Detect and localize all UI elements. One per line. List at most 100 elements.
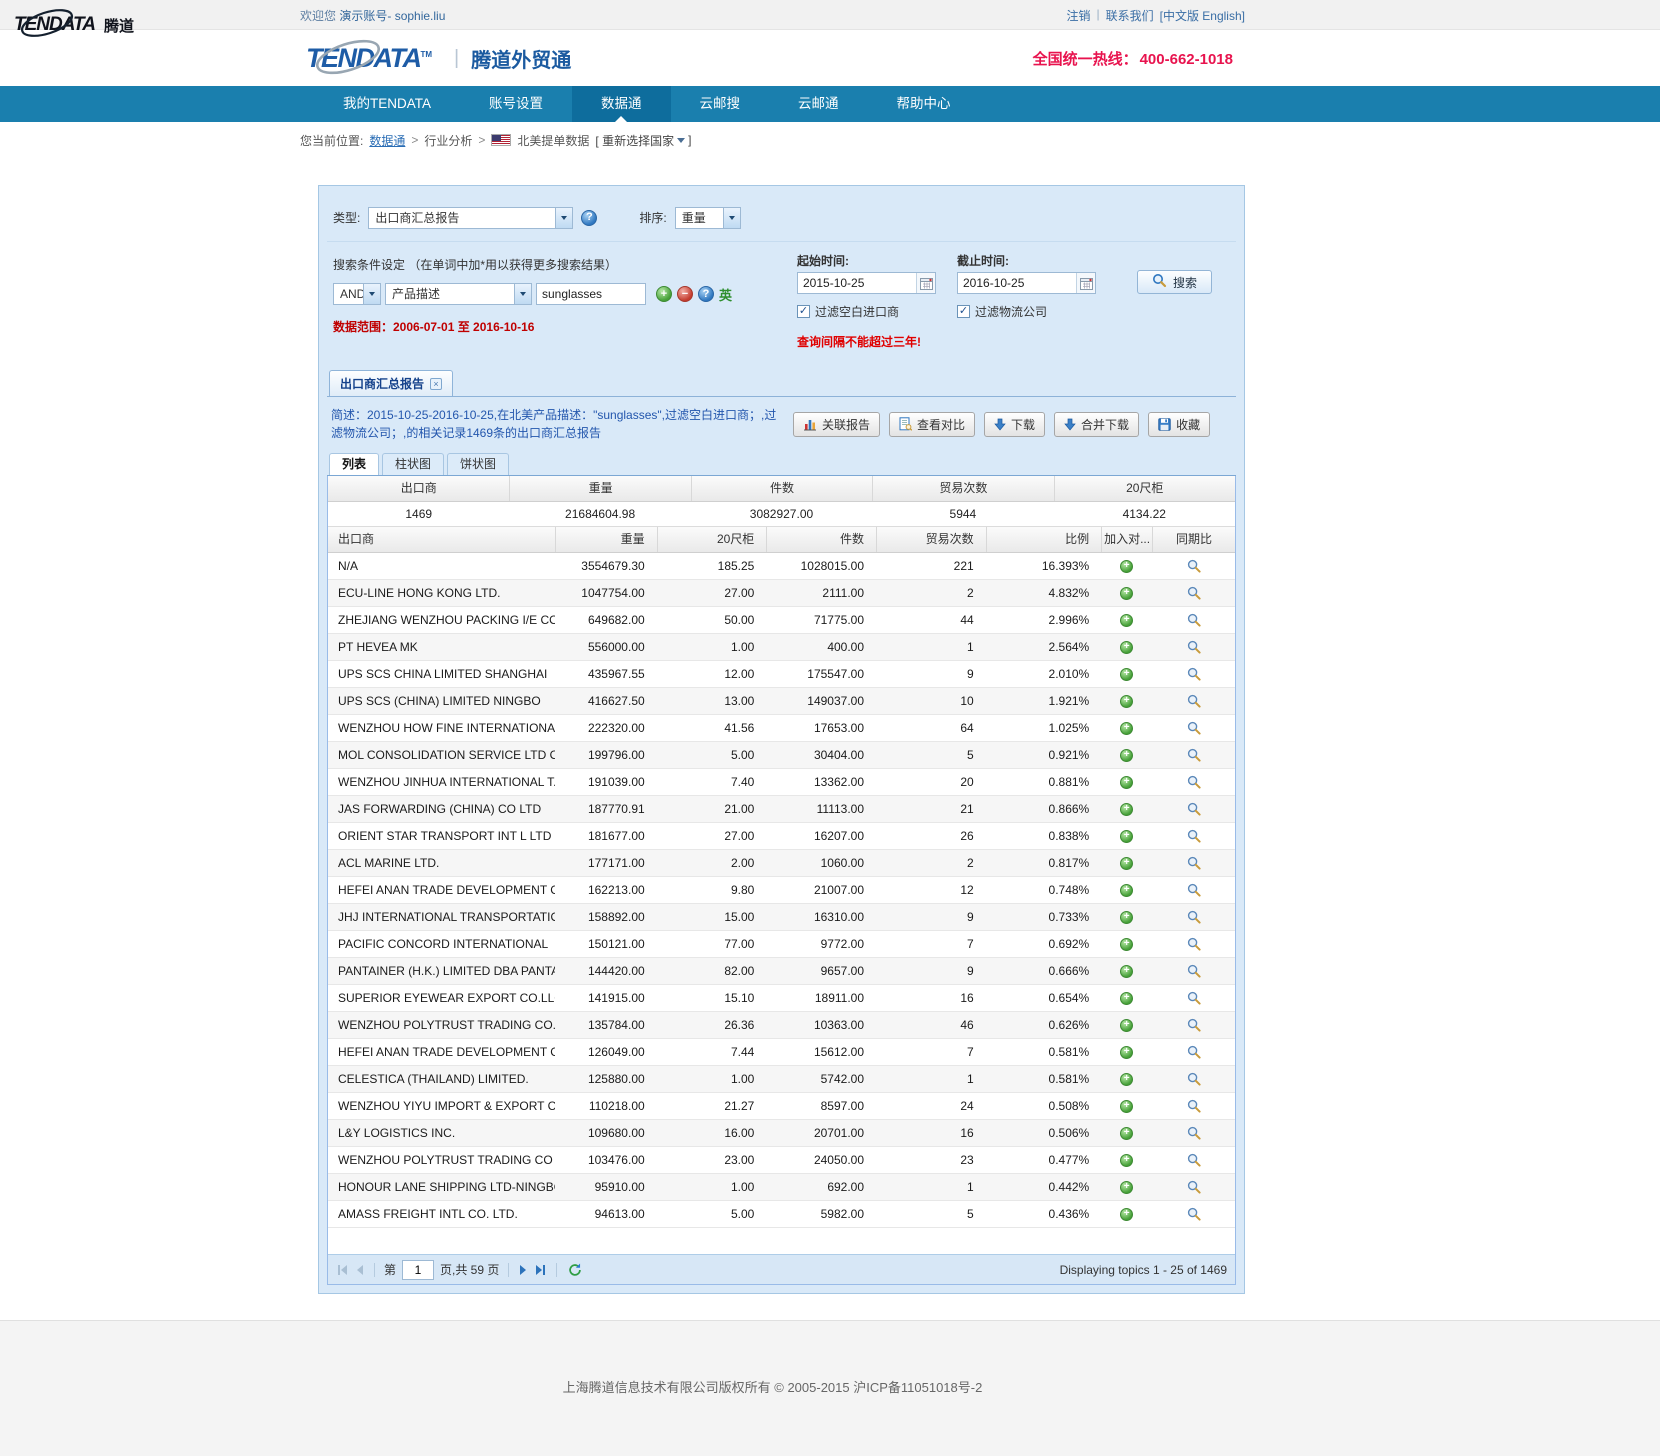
col-header-weight[interactable]: 重量	[555, 527, 657, 552]
add-to-compare-icon[interactable]	[1120, 992, 1133, 1005]
breadcrumb-link-data-hub[interactable]: 数据通	[369, 132, 405, 149]
filter-blank-importer-checkbox[interactable]: ✓	[797, 305, 810, 318]
exporter-name-link[interactable]: ACL MARINE LTD.	[328, 850, 555, 876]
tab-list-view[interactable]: 列表	[329, 453, 379, 475]
help-icon[interactable]: ?	[698, 286, 714, 302]
yoy-magnifier-icon[interactable]	[1187, 829, 1201, 843]
last-page-button[interactable]	[534, 1263, 547, 1277]
yoy-magnifier-icon[interactable]	[1187, 640, 1201, 654]
yoy-magnifier-icon[interactable]	[1187, 937, 1201, 951]
first-page-button[interactable]	[336, 1263, 349, 1277]
english-toggle[interactable]: 英	[719, 285, 732, 304]
add-to-compare-icon[interactable]	[1120, 614, 1133, 627]
exporter-name-link[interactable]: MOL CONSOLIDATION SERVICE LTD O/B	[328, 742, 555, 768]
add-to-compare-icon[interactable]	[1120, 965, 1133, 978]
exporter-name-link[interactable]: WENZHOU HOW FINE INTERNATIONAL...	[328, 715, 555, 741]
add-to-compare-icon[interactable]	[1120, 749, 1133, 762]
yoy-magnifier-icon[interactable]	[1187, 1072, 1201, 1086]
yoy-magnifier-icon[interactable]	[1187, 694, 1201, 708]
yoy-magnifier-icon[interactable]	[1187, 1126, 1201, 1140]
add-to-compare-icon[interactable]	[1120, 587, 1133, 600]
filter-logistics-checkbox[interactable]: ✓	[957, 305, 970, 318]
yoy-magnifier-icon[interactable]	[1187, 991, 1201, 1005]
yoy-magnifier-icon[interactable]	[1187, 748, 1201, 762]
exporter-name-link[interactable]: WENZHOU YIYU IMPORT & EXPORT C...	[328, 1093, 555, 1119]
related-report-button[interactable]: 关联报告	[793, 412, 880, 437]
nav-item-cloud-mail[interactable]: 云邮通	[769, 86, 868, 122]
col-header-exporter[interactable]: 出口商	[328, 527, 555, 552]
add-to-compare-icon[interactable]	[1120, 803, 1133, 816]
logout-link[interactable]: 注销	[1066, 7, 1090, 24]
yoy-magnifier-icon[interactable]	[1187, 1153, 1201, 1167]
yoy-magnifier-icon[interactable]	[1187, 964, 1201, 978]
col-header-trades[interactable]: 贸易次数	[876, 527, 986, 552]
yoy-magnifier-icon[interactable]	[1187, 667, 1201, 681]
exporter-name-link[interactable]: HEFEI ANAN TRADE DEVELOPMENT CO...	[328, 877, 555, 903]
add-to-compare-icon[interactable]	[1120, 1019, 1133, 1032]
favorite-button[interactable]: 收藏	[1148, 412, 1210, 437]
nav-item-my-tendata[interactable]: 我的TENDATA	[314, 86, 460, 122]
add-to-compare-icon[interactable]	[1120, 695, 1133, 708]
exporter-name-link[interactable]: ORIENT STAR TRANSPORT INT L LTD RM	[328, 823, 555, 849]
add-condition-icon[interactable]: +	[656, 286, 672, 302]
add-to-compare-icon[interactable]	[1120, 1100, 1133, 1113]
breadcrumb-link-industry-analysis[interactable]: 行业分析	[424, 132, 472, 149]
page-number-input[interactable]	[402, 1260, 434, 1280]
add-to-compare-icon[interactable]	[1120, 722, 1133, 735]
nav-item-account-settings[interactable]: 账号设置	[460, 86, 572, 122]
add-to-compare-icon[interactable]	[1120, 938, 1133, 951]
add-to-compare-icon[interactable]	[1120, 1073, 1133, 1086]
exporter-name-link[interactable]: UPS SCS CHINA LIMITED SHANGHAI	[328, 661, 555, 687]
nav-item-data-hub[interactable]: 数据通	[572, 86, 671, 122]
calendar-icon[interactable]	[916, 273, 935, 293]
help-icon[interactable]: ?	[581, 210, 597, 226]
language-switch-link[interactable]: [中文版 English]	[1160, 7, 1245, 24]
yoy-magnifier-icon[interactable]	[1187, 1207, 1201, 1221]
view-compare-button[interactable]: 查看对比	[889, 412, 975, 437]
boolean-operator-select[interactable]: AND	[333, 283, 381, 305]
col-header-quantity[interactable]: 件数	[766, 527, 876, 552]
yoy-magnifier-icon[interactable]	[1187, 613, 1201, 627]
col-header-add-compare[interactable]: 加入对...	[1101, 527, 1152, 552]
exporter-name-link[interactable]: SUPERIOR EYEWEAR EXPORT CO.LLC	[328, 985, 555, 1011]
yoy-magnifier-icon[interactable]	[1187, 802, 1201, 816]
end-date-input[interactable]	[958, 276, 1076, 290]
yoy-magnifier-icon[interactable]	[1187, 910, 1201, 924]
tab-bar-chart-view[interactable]: 柱状图	[382, 453, 444, 475]
add-to-compare-icon[interactable]	[1120, 1127, 1133, 1140]
nav-item-cloud-mail-search[interactable]: 云邮搜	[671, 86, 770, 122]
download-button[interactable]: 下载	[984, 412, 1045, 437]
exporter-name-link[interactable]: HONOUR LANE SHIPPING LTD-NINGBO	[328, 1174, 555, 1200]
col-header-teu[interactable]: 20尺柜	[657, 527, 767, 552]
add-to-compare-icon[interactable]	[1120, 668, 1133, 681]
exporter-name-link[interactable]: AMASS FREIGHT INTL CO. LTD.	[328, 1201, 555, 1227]
add-to-compare-icon[interactable]	[1120, 560, 1133, 573]
add-to-compare-icon[interactable]	[1120, 1208, 1133, 1221]
exporter-name-link[interactable]: UPS SCS (CHINA) LIMITED NINGBO	[328, 688, 555, 714]
merge-download-button[interactable]: 合并下载	[1054, 412, 1139, 437]
yoy-magnifier-icon[interactable]	[1187, 586, 1201, 600]
report-type-select[interactable]: 出口商汇总报告	[368, 207, 573, 229]
add-to-compare-icon[interactable]	[1120, 776, 1133, 789]
exporter-name-link[interactable]: JAS FORWARDING (CHINA) CO LTD	[328, 796, 555, 822]
report-tab[interactable]: 出口商汇总报告 ×	[329, 370, 453, 396]
yoy-magnifier-icon[interactable]	[1187, 721, 1201, 735]
exporter-name-link[interactable]: HEFEI ANAN TRADE DEVELOPMENT CO...	[328, 1039, 555, 1065]
prev-page-button[interactable]	[355, 1263, 365, 1277]
exporter-name-link[interactable]: WENZHOU POLYTRUST TRADING CO., ...	[328, 1012, 555, 1038]
col-header-yoy[interactable]: 同期比	[1152, 527, 1235, 552]
yoy-magnifier-icon[interactable]	[1187, 559, 1201, 573]
exporter-name-link[interactable]: ECU-LINE HONG KONG LTD.	[328, 580, 555, 606]
yoy-magnifier-icon[interactable]	[1187, 775, 1201, 789]
exporter-name-link[interactable]: PACIFIC CONCORD INTERNATIONAL	[328, 931, 555, 957]
add-to-compare-icon[interactable]	[1120, 1181, 1133, 1194]
search-button[interactable]: 搜索	[1137, 270, 1212, 294]
exporter-name-link[interactable]: WENZHOU POLYTRUST TRADING CO	[328, 1147, 555, 1173]
calendar-icon[interactable]	[1076, 273, 1095, 293]
exporter-name-link[interactable]: WENZHOU JINHUA INTERNATIONAL T...	[328, 769, 555, 795]
exporter-name-link[interactable]: L&Y LOGISTICS INC.	[328, 1120, 555, 1146]
search-field-select[interactable]: 产品描述	[385, 283, 532, 305]
add-to-compare-icon[interactable]	[1120, 857, 1133, 870]
refresh-icon[interactable]	[566, 1261, 584, 1279]
exporter-name-link[interactable]: PT HEVEA MK	[328, 634, 555, 660]
